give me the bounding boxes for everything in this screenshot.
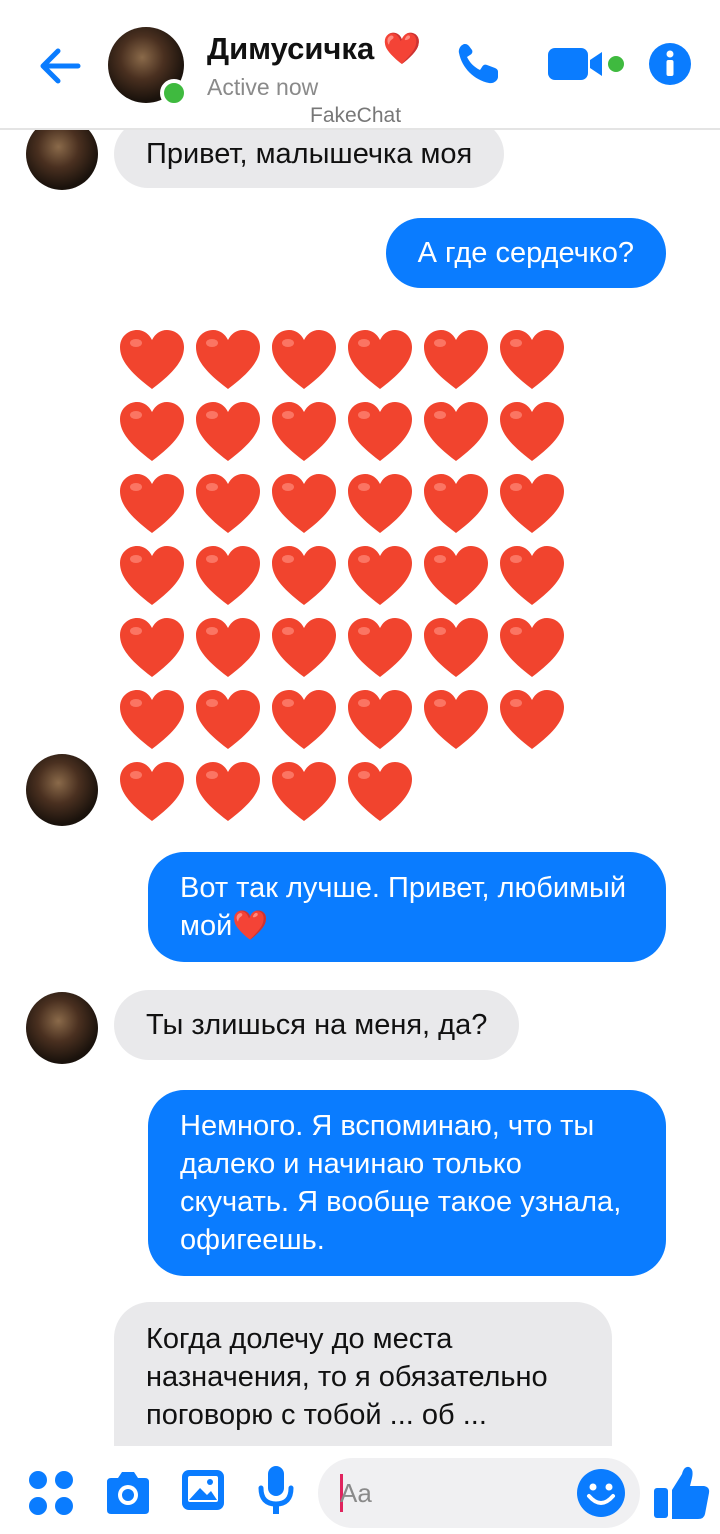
heart-emoji-icon xyxy=(266,612,342,684)
heart-emoji-icon xyxy=(114,684,190,756)
message-input[interactable] xyxy=(340,1458,580,1528)
hearts-row xyxy=(114,684,574,756)
heart-emoji-icon xyxy=(342,756,418,828)
heart-emoji-icon xyxy=(494,468,570,540)
camera-icon[interactable] xyxy=(103,1470,153,1516)
contact-avatar[interactable] xyxy=(108,27,188,107)
heart-emoji-icon xyxy=(266,684,342,756)
composer-bar xyxy=(0,1446,720,1534)
hearts-row xyxy=(114,756,574,828)
heart-emoji-icon xyxy=(342,684,418,756)
heart-emoji-icon xyxy=(266,540,342,612)
heart-emoji-icon xyxy=(114,324,190,396)
heart-emoji-icon xyxy=(114,540,190,612)
image-icon[interactable] xyxy=(180,1466,226,1514)
hearts-row xyxy=(114,612,574,684)
heart-emoji-icon xyxy=(418,684,494,756)
heart-emoji-icon xyxy=(114,468,190,540)
heart-emoji-icon xyxy=(190,468,266,540)
contact-status: Active now xyxy=(207,74,319,100)
video-online-indicator xyxy=(608,56,624,72)
thumbs-up-icon[interactable] xyxy=(652,1462,712,1522)
info-icon[interactable] xyxy=(648,42,692,86)
message-bubble-incoming[interactable]: Привет, малышечка моя xyxy=(114,130,505,188)
message-bubble-incoming[interactable]: Когда долечу до места назначения, то я о… xyxy=(114,1302,612,1446)
message-bubble-incoming[interactable]: Ты злишься на меня, да? xyxy=(114,990,520,1060)
message-bubble-outgoing[interactable]: А где сердечко? xyxy=(385,218,666,288)
message-composer[interactable] xyxy=(318,1458,640,1528)
heart-emoji-icon xyxy=(418,396,494,468)
online-indicator xyxy=(160,79,188,107)
chat-header: Димусичка ❤️ Active now FakeChat xyxy=(0,0,720,130)
heart-emoji-icon xyxy=(114,756,190,828)
phone-icon[interactable] xyxy=(452,38,504,90)
heart-emoji-icon xyxy=(494,540,570,612)
heart-emoji-icon xyxy=(342,396,418,468)
heart-emoji-icon xyxy=(266,468,342,540)
hearts-row xyxy=(114,468,574,540)
heart-emoji-icon xyxy=(342,468,418,540)
heart-emoji-icon xyxy=(342,324,418,396)
heart-emoji-icon xyxy=(342,540,418,612)
hearts-row xyxy=(114,396,574,468)
heart-emoji-icon xyxy=(190,756,266,828)
heart-emoji-icon xyxy=(114,396,190,468)
heart-emoji-icon xyxy=(266,756,342,828)
heart-emoji-icon xyxy=(190,324,266,396)
heart-emoji-icon xyxy=(418,540,494,612)
heart-emoji-icon xyxy=(494,324,570,396)
sender-avatar xyxy=(26,130,98,190)
microphone-icon[interactable] xyxy=(256,1464,296,1518)
heart-emoji-icon xyxy=(494,684,570,756)
heart-emoji-icon xyxy=(494,396,570,468)
heart-emoji-icon xyxy=(266,396,342,468)
video-camera-icon[interactable] xyxy=(546,44,606,84)
heart-emoji-icon xyxy=(418,612,494,684)
four-dots-icon[interactable] xyxy=(26,1468,76,1518)
heart-emoji-icon xyxy=(114,612,190,684)
heart-emoji-icon xyxy=(190,540,266,612)
watermark: FakeChat xyxy=(310,104,402,127)
heart-emoji-icon xyxy=(418,324,494,396)
message-list[interactable]: Привет, малышечка моя А где сердечко? Во… xyxy=(0,130,720,1446)
heart-emoji-icon xyxy=(494,612,570,684)
heart-emoji-icon xyxy=(266,324,342,396)
hearts-message[interactable] xyxy=(114,324,574,828)
message-bubble-outgoing[interactable]: Немного. Я вспоминаю, что ты далеко и на… xyxy=(148,1090,666,1276)
sender-avatar xyxy=(26,992,98,1064)
smiley-icon[interactable] xyxy=(576,1468,626,1518)
hearts-row xyxy=(114,540,574,612)
message-bubble-outgoing[interactable]: Вот так лучше. Привет, любимый мой❤️ xyxy=(148,852,666,962)
contact-name[interactable]: Димусичка ❤️ xyxy=(207,30,421,67)
heart-emoji-icon xyxy=(190,612,266,684)
heart-emoji-icon xyxy=(190,396,266,468)
back-arrow-icon[interactable] xyxy=(34,40,86,92)
hearts-row xyxy=(114,324,574,396)
heart-emoji-icon xyxy=(418,468,494,540)
sender-avatar xyxy=(26,754,98,826)
heart-emoji-icon xyxy=(190,684,266,756)
heart-emoji-icon xyxy=(342,612,418,684)
